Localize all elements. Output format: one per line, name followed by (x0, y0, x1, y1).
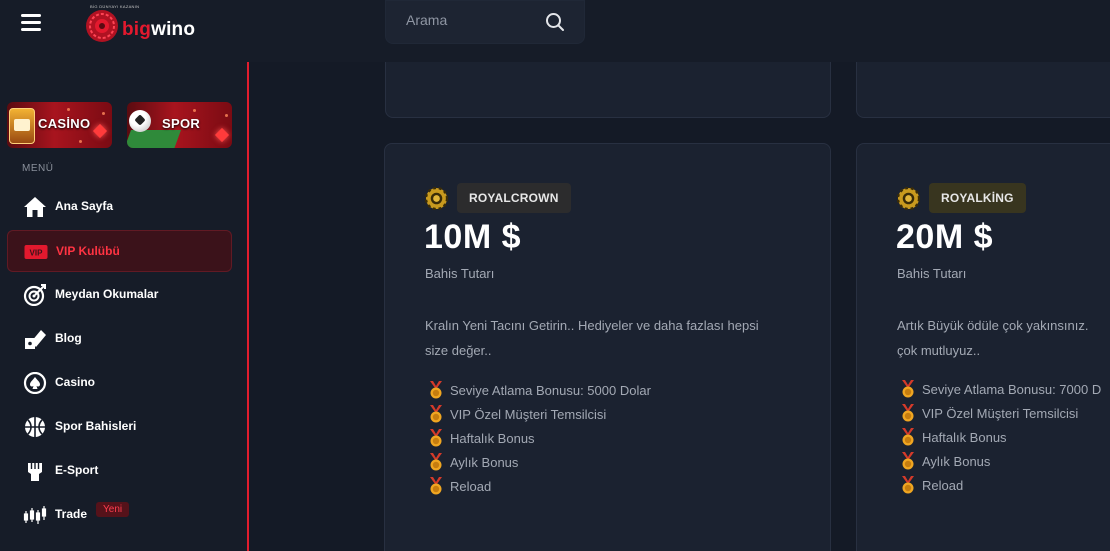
chip-icon (425, 187, 448, 210)
casino-tile-label: CASİNO (38, 116, 91, 131)
new-badge: Yeni (96, 502, 130, 517)
sidebar-item-label: Casino (55, 375, 96, 389)
logo-brand-part1: big (122, 19, 152, 40)
bet-amount: 20M $ (896, 218, 993, 256)
logo-wordmark: bigwino (122, 19, 195, 41)
diamond-decoration-icon (92, 123, 108, 139)
sidebar-divider (247, 62, 249, 551)
perk-text: Reload (922, 477, 964, 493)
perk-item: Seviye Atlama Bonusu: 5000 Dolar (428, 378, 651, 402)
svg-text:VIP: VIP (30, 249, 44, 258)
perk-item: Aylık Bonus (428, 450, 651, 474)
medal-icon (430, 453, 442, 471)
perk-text: Haftalık Bonus (450, 430, 535, 446)
hamburger-menu-icon[interactable] (21, 14, 41, 32)
perk-text: Aylık Bonus (450, 454, 519, 470)
medal-icon (902, 380, 914, 398)
perk-text: VIP Özel Müşteri Temsilcisi (450, 406, 607, 422)
logo-tagline: BİG DÜNYAYI KAZANIN (90, 4, 140, 9)
tier-badge: ROYALKİNG (929, 183, 1026, 213)
target-icon (23, 284, 46, 306)
bet-amount-label: Bahis Tutarı (425, 266, 495, 281)
perk-text: VIP Özel Müşteri Temsilcisi (922, 405, 1079, 421)
diamond-decoration-icon (214, 127, 230, 143)
casino-chip-icon (23, 372, 47, 394)
pitch-decoration (127, 130, 182, 148)
fist-icon (28, 463, 42, 481)
spor-tile[interactable]: SPOR (127, 102, 232, 148)
perk-item: Haftalık Bonus (428, 426, 651, 450)
tier-description: Artık Büyük ödüle çok yakınsınız. çok mu… (897, 318, 1089, 358)
sidebar-item-label: VIP Kulübü (56, 244, 120, 258)
perk-text: Reload (450, 478, 492, 494)
perk-item: Seviye Atlama Bonusu: 7000 D (900, 377, 1110, 401)
perk-item: Reload (900, 473, 1110, 497)
sidebar-item-casino[interactable]: Casino (7, 362, 232, 404)
perk-item: Reload (428, 474, 651, 498)
candlestick-icon (23, 506, 47, 524)
medal-icon (430, 405, 442, 423)
perk-text: Haftalık Bonus (922, 429, 1007, 445)
casino-tile[interactable]: CASİNO (7, 102, 112, 148)
medal-icon (430, 429, 442, 447)
medal-icon (902, 428, 914, 446)
sidebar-item-blog[interactable]: Blog (7, 318, 232, 360)
tier-badge: ROYALCROWN (457, 183, 571, 213)
sidebar-item-ana-sayfa[interactable]: Ana Sayfa (7, 186, 232, 228)
home-icon (24, 197, 46, 217)
perk-list: Seviye Atlama Bonusu: 7000 D VIP Özel Mü… (900, 377, 1110, 497)
search-input[interactable] (406, 12, 536, 28)
medal-icon (902, 404, 914, 422)
perk-item: VIP Özel Müşteri Temsilcisi (900, 401, 1110, 425)
sidebar-item-label: Trade (55, 507, 88, 521)
perk-item: Aylık Bonus (900, 449, 1110, 473)
football-icon (129, 110, 151, 132)
perk-item: Haftalık Bonus (900, 425, 1110, 449)
sidebar-item-meydan-okumalar[interactable]: Meydan Okumalar (7, 274, 232, 316)
chip-icon (897, 187, 920, 210)
perk-text: Seviye Atlama Bonusu: 7000 D (922, 381, 1102, 397)
slot-machine-icon (9, 108, 35, 144)
medal-icon (430, 381, 442, 399)
sidebar-item-spor-bahisleri[interactable]: Spor Bahisleri (7, 406, 232, 448)
sidebar-item-label: Spor Bahisleri (55, 419, 137, 433)
bet-amount: 10M $ (424, 218, 521, 256)
blog-icon (25, 330, 46, 349)
top-header: BİG DÜNYAYI KAZANIN bigwino (0, 0, 1110, 62)
perk-list: Seviye Atlama Bonusu: 5000 Dolar VIP Öze… (428, 378, 651, 498)
sidebar-item-vip-kulubu[interactable]: VIP VIP Kulübü (7, 230, 232, 272)
menu-section-label: MENÜ (22, 163, 54, 174)
logo-emblem-icon (86, 10, 118, 42)
brand-logo[interactable]: BİG DÜNYAYI KAZANIN bigwino (84, 4, 204, 46)
perk-text: Seviye Atlama Bonusu: 5000 Dolar (450, 382, 651, 398)
perk-text: Aylık Bonus (922, 453, 991, 469)
medal-icon (902, 476, 914, 494)
sidebar-item-label: Blog (55, 331, 82, 345)
medal-icon (430, 477, 442, 495)
vip-icon: VIP (24, 245, 48, 259)
search-icon[interactable] (545, 12, 565, 32)
sidebar-item-e-sport[interactable]: E-Sport (7, 450, 232, 492)
sidebar-item-label: Ana Sayfa (55, 199, 114, 213)
bet-amount-label: Bahis Tutarı (897, 266, 967, 281)
tier-description: Kralın Yeni Tacını Getirin.. Hediyeler v… (425, 318, 759, 358)
logo-brand-part2: wino (151, 19, 196, 40)
search-box (385, 0, 585, 44)
sidebar-item-label: E-Sport (55, 463, 99, 477)
medal-icon (902, 452, 914, 470)
sidebar-item-label: Meydan Okumalar (55, 287, 159, 301)
basketball-icon (25, 417, 45, 437)
sidebar: CASİNO SPOR MENÜ Ana Sayfa VIP VIP Kulüb… (0, 62, 248, 551)
perk-item: VIP Özel Müşteri Temsilcisi (428, 402, 651, 426)
spor-tile-label: SPOR (162, 116, 201, 131)
